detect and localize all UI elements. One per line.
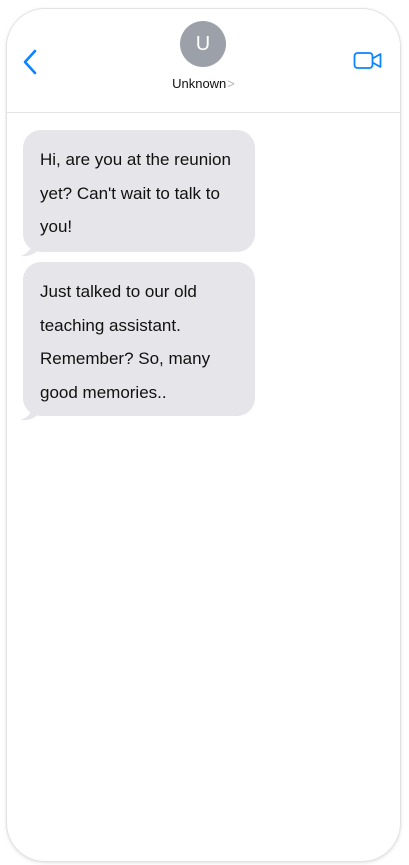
avatar[interactable]: U — [180, 21, 226, 67]
phone-frame: U Unknown> Hi, are you at the reunion ye… — [7, 9, 400, 861]
video-camera-icon — [353, 52, 382, 69]
message-bubble-received[interactable]: Just talked to our old teaching assistan… — [23, 262, 255, 416]
bubble-tail — [21, 240, 39, 257]
video-call-button[interactable] — [353, 50, 383, 72]
avatar-initial: U — [195, 32, 211, 55]
bubble-tail — [21, 404, 39, 421]
message-text: Just talked to our old teaching assistan… — [40, 282, 211, 402]
conversation-header: U Unknown> — [7, 9, 400, 113]
chevron-left-icon — [23, 49, 37, 75]
message-text: Hi, are you at the reunion yet? Can't wa… — [40, 150, 231, 236]
contact-name-button[interactable]: Unknown> — [7, 76, 400, 91]
back-button[interactable] — [19, 47, 43, 77]
chevron-right-icon: > — [227, 76, 235, 91]
contact-name: Unknown — [172, 76, 227, 91]
message-bubble-received[interactable]: Hi, are you at the reunion yet? Can't wa… — [23, 130, 255, 252]
